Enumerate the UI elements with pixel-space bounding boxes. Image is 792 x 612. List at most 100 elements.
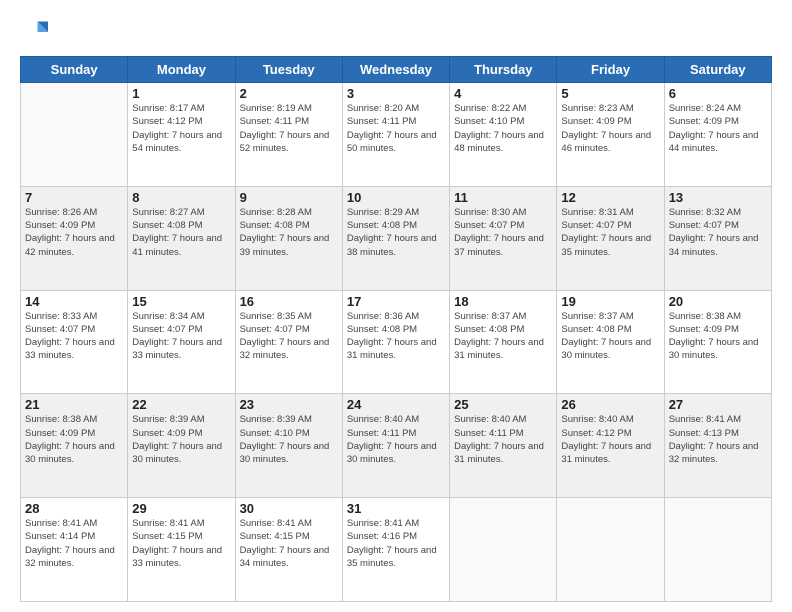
day-number: 21 xyxy=(25,397,123,412)
day-number: 1 xyxy=(132,86,230,101)
day-number: 31 xyxy=(347,501,445,516)
day-info: Sunrise: 8:22 AMSunset: 4:10 PMDaylight:… xyxy=(454,102,552,155)
day-number: 25 xyxy=(454,397,552,412)
day-number: 23 xyxy=(240,397,338,412)
day-number: 12 xyxy=(561,190,659,205)
calendar-cell: 7Sunrise: 8:26 AMSunset: 4:09 PMDaylight… xyxy=(21,186,128,290)
calendar-week-row: 14Sunrise: 8:33 AMSunset: 4:07 PMDayligh… xyxy=(21,290,772,394)
day-info: Sunrise: 8:17 AMSunset: 4:12 PMDaylight:… xyxy=(132,102,230,155)
calendar-cell: 27Sunrise: 8:41 AMSunset: 4:13 PMDayligh… xyxy=(664,394,771,498)
day-info: Sunrise: 8:28 AMSunset: 4:08 PMDaylight:… xyxy=(240,206,338,259)
calendar-cell xyxy=(450,498,557,602)
day-number: 28 xyxy=(25,501,123,516)
day-number: 8 xyxy=(132,190,230,205)
day-info: Sunrise: 8:27 AMSunset: 4:08 PMDaylight:… xyxy=(132,206,230,259)
calendar-cell: 6Sunrise: 8:24 AMSunset: 4:09 PMDaylight… xyxy=(664,83,771,187)
day-info: Sunrise: 8:35 AMSunset: 4:07 PMDaylight:… xyxy=(240,310,338,363)
day-number: 9 xyxy=(240,190,338,205)
logo-icon xyxy=(20,18,48,46)
day-info: Sunrise: 8:37 AMSunset: 4:08 PMDaylight:… xyxy=(561,310,659,363)
day-info: Sunrise: 8:26 AMSunset: 4:09 PMDaylight:… xyxy=(25,206,123,259)
day-number: 4 xyxy=(454,86,552,101)
day-number: 26 xyxy=(561,397,659,412)
calendar-cell: 10Sunrise: 8:29 AMSunset: 4:08 PMDayligh… xyxy=(342,186,449,290)
day-number: 15 xyxy=(132,294,230,309)
calendar-cell: 18Sunrise: 8:37 AMSunset: 4:08 PMDayligh… xyxy=(450,290,557,394)
day-info: Sunrise: 8:39 AMSunset: 4:10 PMDaylight:… xyxy=(240,413,338,466)
day-info: Sunrise: 8:41 AMSunset: 4:15 PMDaylight:… xyxy=(240,517,338,570)
day-header-thursday: Thursday xyxy=(450,57,557,83)
logo xyxy=(20,18,52,46)
day-header-sunday: Sunday xyxy=(21,57,128,83)
calendar-cell: 25Sunrise: 8:40 AMSunset: 4:11 PMDayligh… xyxy=(450,394,557,498)
calendar-cell: 2Sunrise: 8:19 AMSunset: 4:11 PMDaylight… xyxy=(235,83,342,187)
day-info: Sunrise: 8:41 AMSunset: 4:16 PMDaylight:… xyxy=(347,517,445,570)
page: SundayMondayTuesdayWednesdayThursdayFrid… xyxy=(0,0,792,612)
day-info: Sunrise: 8:38 AMSunset: 4:09 PMDaylight:… xyxy=(669,310,767,363)
day-info: Sunrise: 8:24 AMSunset: 4:09 PMDaylight:… xyxy=(669,102,767,155)
day-info: Sunrise: 8:30 AMSunset: 4:07 PMDaylight:… xyxy=(454,206,552,259)
day-number: 29 xyxy=(132,501,230,516)
calendar-cell: 4Sunrise: 8:22 AMSunset: 4:10 PMDaylight… xyxy=(450,83,557,187)
day-number: 18 xyxy=(454,294,552,309)
day-number: 7 xyxy=(25,190,123,205)
calendar-cell xyxy=(21,83,128,187)
day-number: 24 xyxy=(347,397,445,412)
day-info: Sunrise: 8:39 AMSunset: 4:09 PMDaylight:… xyxy=(132,413,230,466)
calendar-cell: 28Sunrise: 8:41 AMSunset: 4:14 PMDayligh… xyxy=(21,498,128,602)
day-number: 20 xyxy=(669,294,767,309)
calendar-cell: 29Sunrise: 8:41 AMSunset: 4:15 PMDayligh… xyxy=(128,498,235,602)
calendar-table: SundayMondayTuesdayWednesdayThursdayFrid… xyxy=(20,56,772,602)
day-header-wednesday: Wednesday xyxy=(342,57,449,83)
day-number: 6 xyxy=(669,86,767,101)
day-header-saturday: Saturday xyxy=(664,57,771,83)
day-number: 30 xyxy=(240,501,338,516)
day-number: 3 xyxy=(347,86,445,101)
day-number: 22 xyxy=(132,397,230,412)
calendar-cell xyxy=(557,498,664,602)
calendar-cell: 11Sunrise: 8:30 AMSunset: 4:07 PMDayligh… xyxy=(450,186,557,290)
day-number: 16 xyxy=(240,294,338,309)
day-info: Sunrise: 8:33 AMSunset: 4:07 PMDaylight:… xyxy=(25,310,123,363)
header xyxy=(20,18,772,46)
calendar-cell: 3Sunrise: 8:20 AMSunset: 4:11 PMDaylight… xyxy=(342,83,449,187)
calendar-cell: 23Sunrise: 8:39 AMSunset: 4:10 PMDayligh… xyxy=(235,394,342,498)
day-info: Sunrise: 8:20 AMSunset: 4:11 PMDaylight:… xyxy=(347,102,445,155)
day-info: Sunrise: 8:29 AMSunset: 4:08 PMDaylight:… xyxy=(347,206,445,259)
day-info: Sunrise: 8:41 AMSunset: 4:14 PMDaylight:… xyxy=(25,517,123,570)
calendar-cell: 17Sunrise: 8:36 AMSunset: 4:08 PMDayligh… xyxy=(342,290,449,394)
calendar-cell: 31Sunrise: 8:41 AMSunset: 4:16 PMDayligh… xyxy=(342,498,449,602)
calendar-cell xyxy=(664,498,771,602)
calendar-cell: 1Sunrise: 8:17 AMSunset: 4:12 PMDaylight… xyxy=(128,83,235,187)
day-info: Sunrise: 8:32 AMSunset: 4:07 PMDaylight:… xyxy=(669,206,767,259)
calendar-header-row: SundayMondayTuesdayWednesdayThursdayFrid… xyxy=(21,57,772,83)
day-info: Sunrise: 8:23 AMSunset: 4:09 PMDaylight:… xyxy=(561,102,659,155)
day-info: Sunrise: 8:31 AMSunset: 4:07 PMDaylight:… xyxy=(561,206,659,259)
calendar-cell: 22Sunrise: 8:39 AMSunset: 4:09 PMDayligh… xyxy=(128,394,235,498)
day-info: Sunrise: 8:36 AMSunset: 4:08 PMDaylight:… xyxy=(347,310,445,363)
calendar-cell: 20Sunrise: 8:38 AMSunset: 4:09 PMDayligh… xyxy=(664,290,771,394)
day-info: Sunrise: 8:40 AMSunset: 4:11 PMDaylight:… xyxy=(454,413,552,466)
day-info: Sunrise: 8:40 AMSunset: 4:12 PMDaylight:… xyxy=(561,413,659,466)
calendar-week-row: 21Sunrise: 8:38 AMSunset: 4:09 PMDayligh… xyxy=(21,394,772,498)
day-header-monday: Monday xyxy=(128,57,235,83)
day-info: Sunrise: 8:38 AMSunset: 4:09 PMDaylight:… xyxy=(25,413,123,466)
day-number: 10 xyxy=(347,190,445,205)
day-header-tuesday: Tuesday xyxy=(235,57,342,83)
calendar-cell: 14Sunrise: 8:33 AMSunset: 4:07 PMDayligh… xyxy=(21,290,128,394)
calendar-cell: 30Sunrise: 8:41 AMSunset: 4:15 PMDayligh… xyxy=(235,498,342,602)
calendar-cell: 15Sunrise: 8:34 AMSunset: 4:07 PMDayligh… xyxy=(128,290,235,394)
day-info: Sunrise: 8:37 AMSunset: 4:08 PMDaylight:… xyxy=(454,310,552,363)
day-info: Sunrise: 8:19 AMSunset: 4:11 PMDaylight:… xyxy=(240,102,338,155)
calendar-cell: 24Sunrise: 8:40 AMSunset: 4:11 PMDayligh… xyxy=(342,394,449,498)
day-info: Sunrise: 8:34 AMSunset: 4:07 PMDaylight:… xyxy=(132,310,230,363)
calendar-cell: 12Sunrise: 8:31 AMSunset: 4:07 PMDayligh… xyxy=(557,186,664,290)
day-number: 19 xyxy=(561,294,659,309)
day-number: 17 xyxy=(347,294,445,309)
calendar-cell: 26Sunrise: 8:40 AMSunset: 4:12 PMDayligh… xyxy=(557,394,664,498)
calendar-cell: 16Sunrise: 8:35 AMSunset: 4:07 PMDayligh… xyxy=(235,290,342,394)
day-number: 27 xyxy=(669,397,767,412)
day-number: 5 xyxy=(561,86,659,101)
day-info: Sunrise: 8:41 AMSunset: 4:15 PMDaylight:… xyxy=(132,517,230,570)
calendar-week-row: 1Sunrise: 8:17 AMSunset: 4:12 PMDaylight… xyxy=(21,83,772,187)
